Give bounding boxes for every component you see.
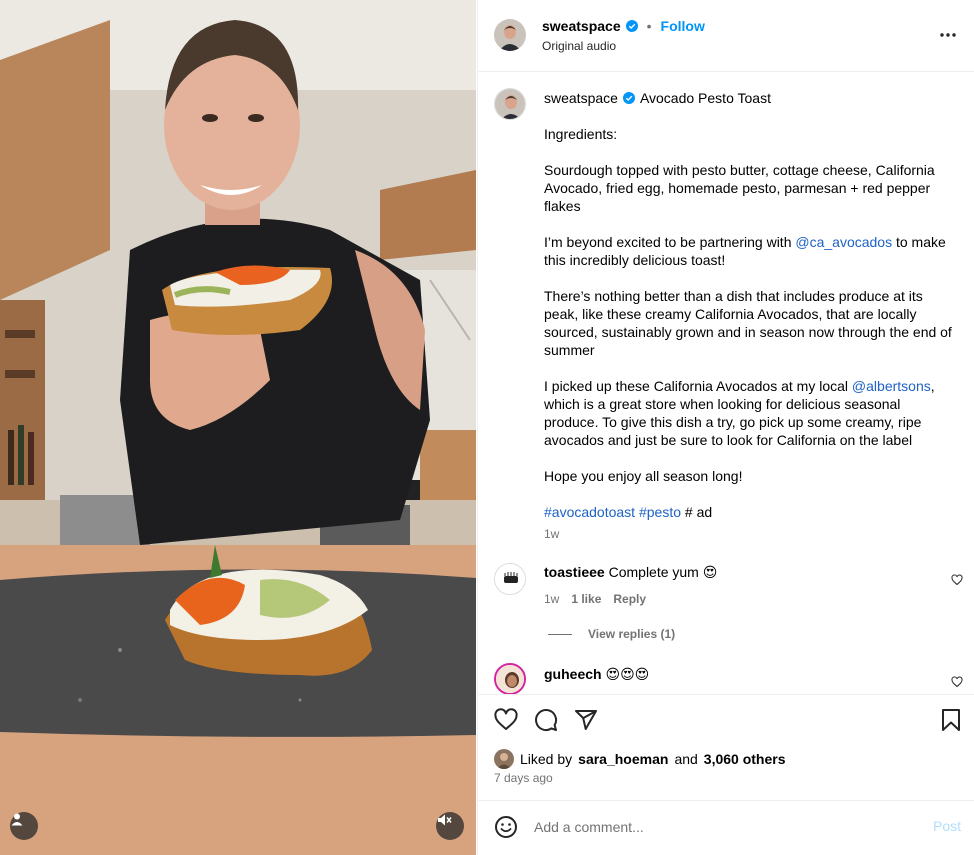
replies-divider-line xyxy=(548,633,572,635)
more-options-icon[interactable] xyxy=(939,26,957,44)
avatar-image xyxy=(495,564,525,594)
comment-likes-count[interactable]: 1 like xyxy=(571,592,601,606)
comment-item: guheech 😍😍😍 xyxy=(478,662,974,694)
post-actions-bar: Liked by sara_hoeman and 3,060 others 7 … xyxy=(478,694,974,800)
verified-badge-icon xyxy=(625,20,638,32)
mention-ca-avocados[interactable]: @ca_avocados xyxy=(795,234,892,250)
post-date[interactable]: 7 days ago xyxy=(494,771,553,785)
mute-toggle-button[interactable] xyxy=(436,812,464,840)
ingredients-heading: Ingredients: xyxy=(544,126,618,142)
video-frame xyxy=(0,0,476,855)
store-text-pre: I picked up these California Avocados at… xyxy=(544,378,852,394)
comment-bubble-icon[interactable] xyxy=(534,708,558,732)
speaker-muted-icon xyxy=(438,814,452,826)
mention-albertsons[interactable]: @albertsons xyxy=(852,378,931,394)
author-avatar[interactable] xyxy=(494,19,526,51)
caption-username[interactable]: sweatspace xyxy=(544,89,618,107)
post-comment-button[interactable]: Post xyxy=(933,818,961,834)
audio-label[interactable]: Original audio xyxy=(542,39,616,53)
commenter-username[interactable]: toastieee xyxy=(544,564,605,580)
post-header: sweatspace • Follow Original audio xyxy=(478,0,974,72)
author-username[interactable]: sweatspace xyxy=(542,18,621,34)
others-count-link[interactable]: 3,060 others xyxy=(704,751,786,767)
heart-icon[interactable] xyxy=(951,676,963,688)
caption-body: Ingredients: Sourdough topped with pesto… xyxy=(544,125,954,539)
view-replies-label: View replies (1) xyxy=(588,627,676,641)
tagged-users-button[interactable] xyxy=(10,812,38,840)
add-comment-input[interactable] xyxy=(534,815,914,839)
user-icon xyxy=(11,813,23,826)
verified-badge-icon xyxy=(622,92,635,104)
commenter-username[interactable]: guheech xyxy=(544,666,602,682)
ingredients-text: Sourdough topped with pesto butter, cott… xyxy=(544,162,935,214)
hashtags: #avocadotoast #pesto # ad xyxy=(544,503,954,521)
store-paragraph: I picked up these California Avocados at… xyxy=(544,377,954,449)
emoji-picker-icon[interactable] xyxy=(494,815,518,839)
partner-text-pre: I’m beyond excited to be partnering with xyxy=(544,234,796,250)
comment-composer: Post xyxy=(478,800,974,855)
hashtag-pesto[interactable]: #pesto xyxy=(639,504,681,520)
avatar-image xyxy=(495,89,525,119)
caption-title: Avocado Pesto Toast xyxy=(639,90,771,106)
liked-by-conjunction: and xyxy=(674,751,698,767)
liker-avatar[interactable] xyxy=(494,749,514,769)
comment-timestamp[interactable]: 1w xyxy=(544,592,559,606)
save-bookmark-icon[interactable] xyxy=(939,708,963,732)
comments-scroll-area[interactable]: sweatspace Avocado Pesto Toast Ingredien… xyxy=(478,72,974,694)
comment-text: Complete yum 😍 xyxy=(608,564,718,580)
closing-paragraph: Hope you enjoy all season long! xyxy=(544,468,743,484)
post-details-panel: sweatspace • Follow Original audio sweat… xyxy=(477,0,974,855)
liker-username[interactable]: sara_hoeman xyxy=(578,751,668,767)
heart-icon[interactable] xyxy=(951,574,963,586)
commenter-avatar[interactable] xyxy=(494,663,526,694)
hashtag-avocadotoast[interactable]: #avocadotoast xyxy=(544,504,635,520)
comment-item: toastieee Complete yum 😍 1w 1 like Reply… xyxy=(478,560,974,641)
likes-summary: Liked by sara_hoeman and 3,060 others xyxy=(494,749,786,769)
produce-paragraph: There’s nothing better than a dish that … xyxy=(544,288,952,358)
ad-tag: # ad xyxy=(684,504,713,520)
follow-button[interactable]: Follow xyxy=(661,18,705,34)
commenter-avatar[interactable] xyxy=(494,563,526,595)
like-heart-icon[interactable] xyxy=(494,708,518,732)
separator-dot: • xyxy=(646,18,652,34)
caption-timestamp[interactable]: 1w xyxy=(544,527,559,541)
avatar-image xyxy=(496,665,524,693)
partner-paragraph: I’m beyond excited to be partnering with… xyxy=(544,233,954,269)
caption-author-avatar[interactable] xyxy=(494,88,526,120)
view-replies-button[interactable]: View replies (1) xyxy=(548,627,675,641)
avatar-image xyxy=(494,749,514,769)
avatar-image xyxy=(494,19,526,51)
reply-button[interactable]: Reply xyxy=(613,592,646,606)
comment-text: 😍😍😍 xyxy=(605,666,650,682)
liked-by-prefix: Liked by xyxy=(520,751,573,767)
share-paper-plane-icon[interactable] xyxy=(574,708,598,732)
post-video[interactable] xyxy=(0,0,476,855)
